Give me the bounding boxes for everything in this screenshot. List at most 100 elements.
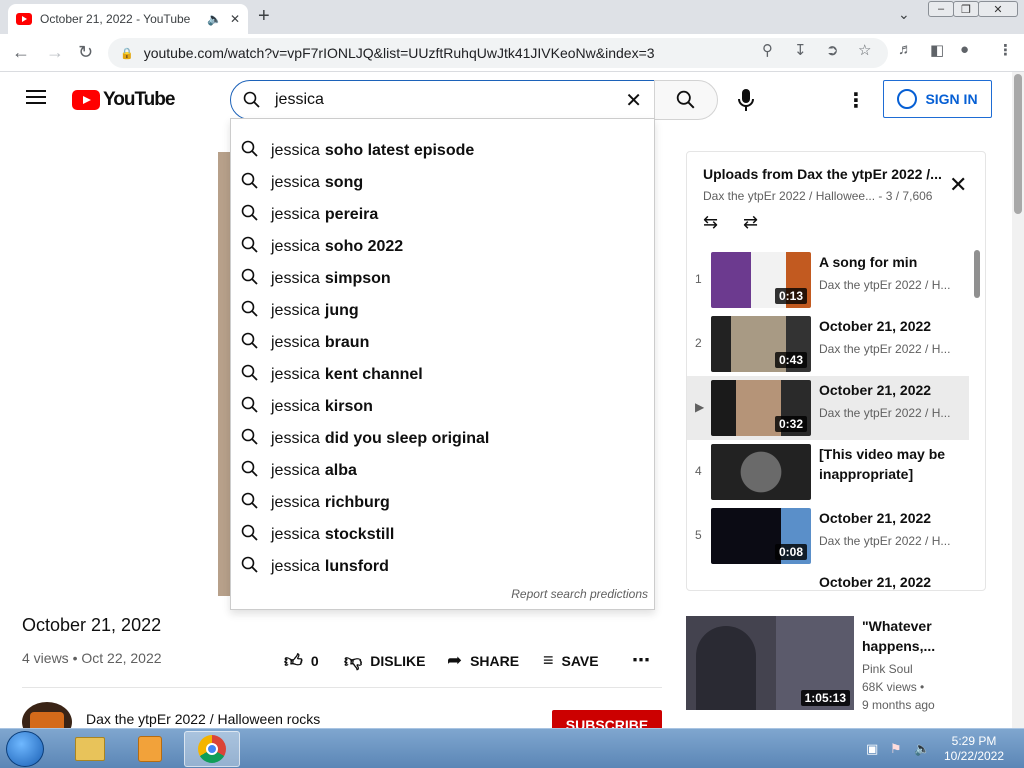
search-icon [241, 460, 258, 477]
recommended-title[interactable]: "Whatever happens,... [862, 616, 982, 656]
playlist-item-duration: 0:32 [774, 416, 807, 432]
playlist-item-thumbnail[interactable]: 0:08 [711, 508, 811, 564]
install-app-icon[interactable]: ↧ [794, 41, 807, 59]
playlist-item[interactable]: October 21, 2022 [687, 568, 969, 590]
network-tray-icon[interactable]: ▣ [866, 741, 878, 757]
action-center-icon[interactable]: ⚑ [890, 741, 902, 757]
playlist-item[interactable]: ▶ 0:32 October 21, 2022 Dax the ytpEr 2022 … [687, 376, 969, 440]
playlist-scrollbar[interactable] [974, 250, 980, 298]
minimize-button[interactable]: – [928, 1, 954, 17]
channel-name[interactable]: Dax the ytpEr 2022 / Halloween rocks [86, 711, 320, 727]
hamburger-menu-icon[interactable] [26, 90, 46, 104]
suggestion-prefix: jessica [271, 526, 320, 543]
search-suggestion[interactable]: jessica alba [231, 455, 654, 487]
chrome-taskbar-icon[interactable] [184, 731, 240, 767]
side-panel-icon[interactable]: ◧ [930, 41, 944, 59]
search-input[interactable]: jessica ✕ [230, 80, 655, 120]
zoom-search-icon[interactable]: ⚲ [762, 41, 773, 59]
settings-menu-icon[interactable]: ⋮ [846, 88, 866, 113]
save-button[interactable]: ≡ SAVE [543, 650, 599, 671]
search-suggestion[interactable]: jessica stockstill [231, 519, 654, 551]
playlist-item-thumbnail[interactable]: 0:13 [711, 252, 811, 308]
dislike-label: DISLIKE [370, 653, 426, 669]
search-suggestion[interactable]: jessica kent channel [231, 359, 654, 391]
share-icon[interactable]: ➲ [826, 41, 839, 59]
start-button[interactable] [6, 731, 44, 767]
youtube-logo[interactable]: YouTube [72, 89, 175, 111]
search-suggestion[interactable]: jessica soho 2022 [231, 231, 654, 263]
playlist-title[interactable]: Uploads from Dax the ytpEr 2022 /... [703, 166, 943, 182]
page-scrollbar-thumb[interactable] [1014, 74, 1022, 214]
restore-button[interactable]: ❐ [953, 1, 979, 17]
recommended-duration: 1:05:13 [800, 690, 850, 706]
search-icon [241, 140, 258, 157]
loop-icon[interactable]: ⇆ [703, 212, 718, 233]
shuffle-icon[interactable]: ⇄ [743, 212, 758, 233]
search-suggestion[interactable]: jessica jung [231, 295, 654, 327]
search-suggestion[interactable]: jessica did you sleep original [231, 423, 654, 455]
dislike-button[interactable]: 👎︎ DISLIKE [344, 650, 426, 672]
search-button[interactable] [654, 80, 718, 120]
search-suggestion[interactable]: jessica lunsford [231, 551, 654, 583]
playlist-channel[interactable]: Dax the ytpEr 2022 / Hallowee... [703, 189, 875, 203]
suggestion-prefix: jessica [271, 206, 320, 223]
search-suggestion[interactable]: jessica richburg [231, 487, 654, 519]
suggestion-completion: stockstill [324, 526, 395, 543]
close-playlist-icon[interactable]: ✕ [949, 172, 967, 198]
browser-menu-icon[interactable]: ⋮ [998, 41, 1013, 59]
bookmark-star-icon[interactable]: ☆ [858, 41, 871, 59]
search-icon [241, 172, 258, 189]
search-suggestion[interactable]: jessica braun [231, 327, 654, 359]
reload-icon[interactable]: ↻ [78, 42, 93, 63]
taskbar-clock[interactable]: 5:29 PM 10/22/2022 [936, 734, 1012, 764]
playlist-item-thumbnail[interactable]: 0:32 [711, 380, 811, 436]
search-icon [241, 524, 258, 541]
playlist-item[interactable]: 1 0:13 A song for min Dax the ytpEr 2022 / … [687, 248, 969, 312]
search-suggestion[interactable]: jessica soho latest episode [231, 135, 654, 167]
windows-taskbar: ▣ ⚑ 🔈 5:29 PM 10/22/2022 [0, 728, 1024, 768]
playlist-item[interactable]: 5 0:08 October 21, 2022 Dax the ytpEr 2022 … [687, 504, 969, 568]
search-icon [241, 364, 258, 381]
clear-search-icon[interactable]: ✕ [625, 88, 642, 113]
logo-text: YouTube [103, 89, 175, 110]
browser-tab[interactable]: October 21, 2022 - YouTube 🔈 ✕ [8, 4, 248, 34]
share-button[interactable]: ➦ SHARE [447, 650, 519, 671]
recommended-thumbnail[interactable]: 1:05:13 [686, 616, 854, 710]
back-arrow-icon[interactable]: ← [12, 42, 30, 63]
playlist-item-channel: Dax the ytpEr 2022 / H... [819, 534, 951, 548]
search-suggestion[interactable]: jessica pereira [231, 199, 654, 231]
volume-tray-icon[interactable]: 🔈 [914, 741, 930, 757]
profile-icon[interactable]: ● [960, 41, 969, 58]
sign-in-button[interactable]: SIGN IN [883, 80, 992, 118]
like-button[interactable]: 👍︎ 0 [284, 650, 319, 672]
search-suggestion[interactable]: jessica simpson [231, 263, 654, 295]
playlist-item-thumbnail[interactable]: 0:43 [711, 316, 811, 372]
youtube-play-icon [72, 90, 100, 110]
forward-arrow-icon[interactable]: → [46, 42, 64, 63]
suggestion-completion: braun [324, 334, 370, 351]
microphone-icon[interactable] [736, 88, 756, 112]
new-tab-button[interactable]: + [258, 5, 270, 28]
report-predictions-link[interactable]: Report search predictions [511, 587, 648, 601]
tab-close-icon[interactable]: ✕ [230, 12, 240, 26]
playlist-item-title: October 21, 2022 [819, 382, 932, 398]
playlist-item-thumbnail[interactable] [711, 444, 811, 500]
suggestion-completion: pereira [324, 206, 379, 223]
search-icon [241, 332, 258, 349]
search-suggestion[interactable]: jessica kirson [231, 391, 654, 423]
playlist-item[interactable]: 2 0:43 October 21, 2022 Dax the ytpEr 2022 … [687, 312, 969, 376]
close-window-button[interactable]: ✕ [978, 1, 1018, 17]
browser-toolbar: ← → ↻ 🔒 youtube.com/watch?v=vpF7rIONLJQ&… [0, 34, 1024, 72]
playlist-item-index: 5 [695, 528, 702, 542]
playlist-item[interactable]: 4 [This video may be inappropriate] [687, 440, 969, 504]
file-explorer-icon[interactable] [62, 731, 118, 767]
speaker-icon[interactable]: 🔈 [207, 12, 222, 26]
page-scrollbar[interactable] [1012, 72, 1024, 728]
media-player-icon[interactable] [122, 731, 178, 767]
search-suggestion[interactable]: jessica song [231, 167, 654, 199]
tab-search-chevron-icon[interactable]: ⌄ [898, 6, 910, 23]
lock-icon[interactable]: 🔒 [120, 47, 134, 60]
more-actions-icon[interactable]: ⋯ [632, 650, 650, 671]
recommended-channel[interactable]: Pink Soul [862, 662, 913, 676]
media-control-icon[interactable]: ♬ [898, 41, 913, 58]
